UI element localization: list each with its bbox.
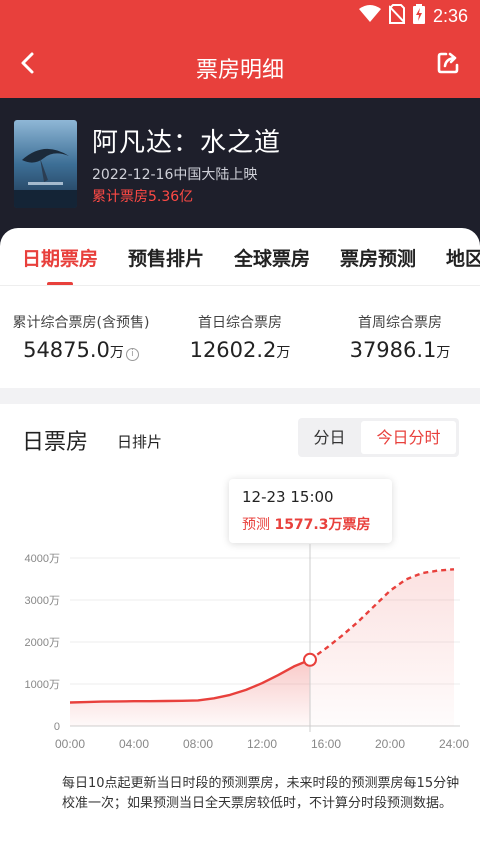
stat-first-week: 首周综合票房 37986.1万 xyxy=(340,312,460,362)
status-bar: 2:36 xyxy=(0,0,480,32)
tab-global-box-office[interactable]: 全球票房 xyxy=(234,244,310,271)
tab-region[interactable]: 地区 xyxy=(446,244,480,271)
hourly-box-office-chart[interactable]: 0 1000万 2000万 3000万 4000万 00:00 04:00 08:00 12:0… xyxy=(0,544,480,764)
tab-presale-schedule[interactable]: 预售排片 xyxy=(128,244,204,271)
stat-value: 54875.0万 i xyxy=(8,338,154,362)
chart-marker xyxy=(303,652,317,667)
x-tick-label: 24:00 xyxy=(439,737,469,751)
share-icon xyxy=(436,51,460,79)
stat-label: 首日综合票房 xyxy=(198,315,282,331)
movie-release-date: 2022-12-16中国大陆上映 xyxy=(92,167,258,183)
status-icons: 2:36 xyxy=(358,4,468,28)
no-sim-icon xyxy=(388,4,406,28)
info-icon[interactable]: i xyxy=(125,348,139,361)
y-tick-label: 4000万 xyxy=(25,553,60,565)
battery-charging-icon xyxy=(412,4,425,28)
stat-number: 12602.2 xyxy=(189,338,277,362)
tooltip-value: 预测 1577.3万票房 xyxy=(242,514,370,534)
summary-sheet: 日期票房 预售排片 全球票房 票房预测 地区 累计综合票房(含预售) 54875… xyxy=(0,228,480,388)
stats-row: 累计综合票房(含预售) 54875.0万 i 首日综合票房 12602.2万 首周… xyxy=(0,286,480,388)
stat-first-day: 首日综合票房 12602.2万 xyxy=(180,312,300,362)
app-bar: 票房明细 xyxy=(0,32,480,98)
stat-number: 54875.0 xyxy=(23,338,110,362)
tooltip-label: 预测 xyxy=(242,517,270,533)
x-tick-label: 12:00 xyxy=(247,737,277,751)
x-tick-label: 00:00 xyxy=(55,737,85,751)
stat-value: 37986.1万 xyxy=(340,338,460,362)
stat-unit: 万 xyxy=(109,345,124,361)
movie-poster[interactable] xyxy=(14,120,77,208)
box-office-label: 累计票房 xyxy=(92,189,148,205)
stat-number: 37986.1 xyxy=(349,338,437,362)
movie-total-box-office: 累计票房5.36亿 xyxy=(92,186,193,206)
movie-header: 阿凡达：水之道 2022-12-16中国大陆上映 累计票房5.36亿 xyxy=(0,98,480,248)
stat-cumulative: 累计综合票房(含预售) 54875.0万 i xyxy=(8,312,154,362)
chart-tooltip: 12-23 15:00 预测 1577.3万票房 xyxy=(229,479,392,543)
tab-bar: 日期票房 预售排片 全球票房 票房预测 地区 xyxy=(0,228,480,286)
view-toggle: 分日 今日分时 xyxy=(298,418,459,457)
x-tick-label: 04:00 xyxy=(119,737,149,751)
stat-unit: 万 xyxy=(436,345,451,361)
toggle-by-day[interactable]: 分日 xyxy=(298,418,361,457)
stat-label: 首周综合票房 xyxy=(358,315,442,331)
daily-schedule-link[interactable]: 日排片 xyxy=(117,431,162,452)
wifi-icon xyxy=(358,5,381,27)
page-title: 票房明细 xyxy=(195,58,284,83)
y-tick-label: 2000万 xyxy=(25,637,60,649)
daily-box-office-card: 日票房 日排片 分日 今日分时 12-23 15:00 预测 1577.3万票房… xyxy=(0,404,480,853)
status-time: 2:36 xyxy=(432,5,468,26)
y-tick-label: 1000万 xyxy=(25,679,60,691)
y-tick-label: 0 xyxy=(54,721,60,733)
tab-box-office-forecast[interactable]: 票房预测 xyxy=(340,244,416,271)
x-tick-label: 20:00 xyxy=(375,737,405,751)
tab-daily-box-office[interactable]: 日期票房 xyxy=(22,244,98,271)
y-tick-label: 3000万 xyxy=(25,595,60,607)
stat-label: 累计综合票房(含预售) xyxy=(12,315,150,331)
box-office-value: 5.36亿 xyxy=(148,189,194,205)
share-button[interactable] xyxy=(428,45,468,85)
x-tick-label: 16:00 xyxy=(311,737,341,751)
actual-area xyxy=(70,659,310,726)
card-title: 日票房 xyxy=(22,430,89,455)
tooltip-number: 1577.3万票房 xyxy=(274,517,371,533)
movie-title: 阿凡达：水之道 xyxy=(92,128,282,158)
stat-value: 12602.2万 xyxy=(180,338,300,362)
toggle-today-hourly[interactable]: 今日分时 xyxy=(361,421,456,454)
tooltip-time: 12-23 15:00 xyxy=(242,488,334,506)
forecast-note: 每日10点起更新当日时段的预测票房，未来时段的预测票房每15分钟校准一次；如果预… xyxy=(62,776,460,811)
x-tick-label: 08:00 xyxy=(183,737,213,751)
forecast-area xyxy=(310,569,454,726)
stat-unit: 万 xyxy=(276,345,291,361)
